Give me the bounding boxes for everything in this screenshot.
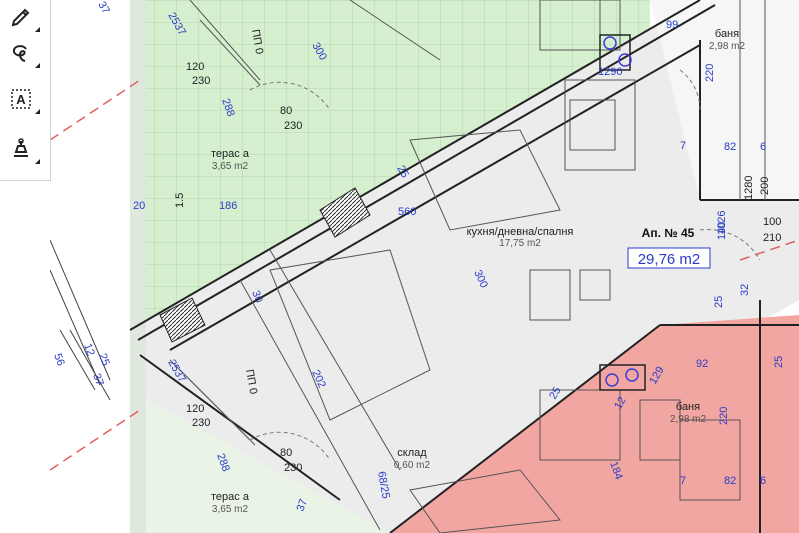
dim-label: 230 (284, 120, 302, 132)
dim-label: 82 (724, 475, 736, 487)
text-tool-glyph: A (16, 92, 26, 107)
dim-label: 140 (716, 222, 728, 240)
dim-label: 120 (186, 61, 204, 73)
room-area-bath-top: 2,98 m2 (709, 41, 746, 52)
dim-label: 32 (739, 284, 751, 296)
dim-label: 100 (763, 216, 781, 228)
floor-plan-canvas[interactable]: кухня/дневна/спалня 17,75 m2 Ап. № 45 29… (50, 0, 799, 533)
dim-label: 25 (773, 356, 785, 368)
dim-label: 92 (696, 358, 708, 370)
dim-label: 186 (219, 200, 237, 212)
dim-label: 220 (704, 64, 716, 82)
text-tool-icon[interactable]: A (6, 84, 40, 114)
dim-label: 1280 (743, 176, 755, 200)
room-area-living: 17,75 m2 (499, 238, 541, 249)
room-name-living: кухня/дневна/спалня (467, 226, 574, 238)
dim-label: 25 (713, 296, 725, 308)
annotation-toolbar: A (0, 0, 51, 181)
dim-label: 1.5 (174, 193, 186, 208)
dim-label: 20 (133, 200, 145, 212)
dim-label: 6 (760, 475, 766, 487)
dim-label: 120 (186, 403, 204, 415)
pen-tool-icon[interactable] (6, 2, 40, 32)
dim-label: 80 (280, 447, 292, 459)
room-name-terrace-bottom: терас а (211, 491, 250, 503)
apartment-area: 29,76 m2 (638, 251, 701, 268)
apartment-number: Ап. № 45 (642, 226, 695, 240)
room-name-terrace-top: терас а (211, 148, 250, 160)
room-name-bath-bottom: баня (676, 401, 700, 413)
room-area-storage: 0,60 m2 (394, 460, 431, 471)
dim-label: 7 (680, 140, 686, 152)
dim-label: 220 (718, 407, 730, 425)
dim-label: 230 (192, 417, 210, 429)
dim-label: 230 (192, 75, 210, 87)
dim-label: 560 (398, 206, 416, 218)
dim-label: 210 (763, 232, 781, 244)
dim-label: 1290 (598, 66, 622, 78)
dim-label: 99 (666, 19, 678, 31)
dim-label: 230 (284, 462, 302, 474)
dim-label: 200 (759, 177, 771, 195)
dim-label: 6 (760, 141, 766, 153)
room-area-bath-bottom: 2,98 m2 (670, 414, 707, 425)
dim-label: 80 (280, 105, 292, 117)
room-area-terrace-bottom: 3,65 m2 (212, 504, 249, 515)
room-area-terrace-top: 3,65 m2 (212, 161, 249, 172)
dim-label: 82 (724, 141, 736, 153)
stamp-tool-icon[interactable] (6, 134, 40, 164)
margin-strip (130, 0, 146, 533)
lasso-tool-icon[interactable] (6, 38, 40, 68)
room-name-bath-top: баня (715, 28, 739, 40)
room-name-storage: склад (397, 447, 427, 459)
dim-label: 7 (680, 475, 686, 487)
